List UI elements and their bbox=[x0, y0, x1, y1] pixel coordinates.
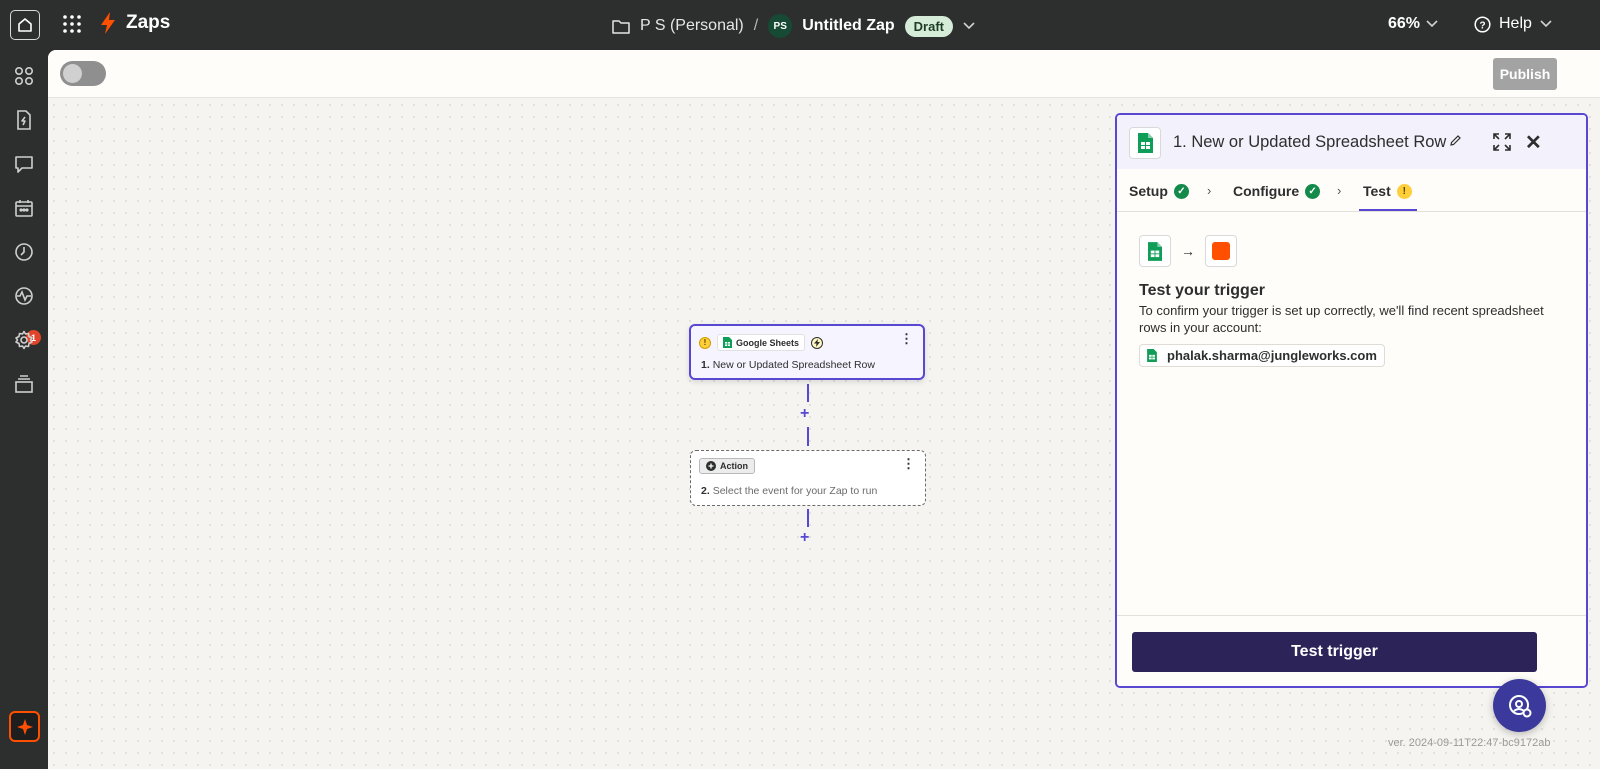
chevron-down-icon bbox=[1540, 20, 1552, 28]
action-label: Action bbox=[720, 461, 748, 471]
connector-line bbox=[807, 384, 809, 402]
google-sheets-icon bbox=[1137, 133, 1153, 153]
warning-icon: ! bbox=[1396, 183, 1412, 199]
grid-icon bbox=[63, 15, 81, 33]
zoom-control[interactable]: 66% bbox=[1388, 15, 1438, 33]
app-name: Zaps bbox=[126, 12, 171, 33]
tab-label: Test bbox=[1363, 183, 1391, 199]
step-number: 2. bbox=[701, 485, 710, 497]
app-tile bbox=[1129, 127, 1161, 159]
svg-text:?: ? bbox=[1479, 20, 1485, 31]
action-step-node[interactable]: Action ⋮ 2. Select the event for your Za… bbox=[690, 450, 926, 506]
sparkle-icon bbox=[16, 718, 33, 735]
zap-file-icon[interactable] bbox=[14, 110, 34, 130]
zapier-tile bbox=[1205, 235, 1237, 267]
trigger-step-node[interactable]: ! Google Sheets ⋮ 1. New or Updated Spre… bbox=[689, 324, 925, 380]
settings-icon[interactable] bbox=[14, 330, 34, 350]
sidebar: 1 bbox=[0, 50, 48, 769]
app-chip: Google Sheets bbox=[717, 334, 806, 351]
close-icon[interactable]: ✕ bbox=[1525, 130, 1542, 155]
section-heading: Test your trigger bbox=[1139, 282, 1265, 299]
editor-toolbar: Publish bbox=[48, 50, 1600, 98]
help-label: Help bbox=[1499, 15, 1532, 32]
home-button[interactable] bbox=[10, 10, 40, 40]
app-tile bbox=[1139, 235, 1171, 267]
arrow-right-icon: → bbox=[1181, 243, 1195, 259]
test-trigger-button[interactable]: Test trigger bbox=[1132, 632, 1537, 672]
support-chat-button[interactable] bbox=[1493, 679, 1546, 732]
chevron-down-icon[interactable] bbox=[963, 22, 975, 30]
home-icon bbox=[18, 18, 32, 32]
top-bar: Zaps P S (Personal) / PS Untitled Zap Dr… bbox=[0, 0, 1600, 50]
connected-account[interactable]: phalak.sharma@jungleworks.com bbox=[1139, 344, 1385, 367]
app-name: Google Sheets bbox=[736, 337, 800, 348]
step-event: Select the event for your Zap to run bbox=[712, 485, 878, 497]
account-email: phalak.sharma@jungleworks.com bbox=[1167, 348, 1377, 363]
check-icon: ✓ bbox=[1173, 183, 1189, 199]
app-switcher-button[interactable] bbox=[62, 14, 82, 34]
warning-icon: ! bbox=[699, 336, 711, 349]
connector-line bbox=[807, 427, 809, 446]
tab-label: Setup bbox=[1129, 183, 1168, 199]
publish-button[interactable]: Publish bbox=[1493, 58, 1557, 90]
zapier-icon bbox=[1212, 242, 1230, 260]
panel-tabs: Setup ✓ › Configure ✓ › Test ! bbox=[1117, 169, 1586, 212]
activity-icon[interactable] bbox=[14, 286, 34, 306]
google-sheets-icon bbox=[1147, 349, 1157, 362]
google-sheets-icon bbox=[723, 337, 732, 348]
chevron-down-icon bbox=[1426, 20, 1438, 28]
folder-icon bbox=[612, 19, 630, 34]
panel-title[interactable]: 1. New or Updated Spreadsheet Row bbox=[1173, 133, 1446, 152]
add-step-button[interactable]: + bbox=[800, 529, 809, 547]
tab-setup[interactable]: Setup ✓ bbox=[1129, 183, 1189, 199]
zap-on-off-toggle[interactable] bbox=[60, 61, 106, 86]
more-options-icon[interactable]: ⋮ bbox=[902, 457, 915, 470]
instant-trigger-icon bbox=[811, 336, 824, 349]
chevron-right-icon: › bbox=[1207, 183, 1212, 198]
chat-icon[interactable] bbox=[14, 154, 34, 174]
support-icon bbox=[1508, 694, 1531, 717]
tab-test[interactable]: Test ! bbox=[1363, 183, 1412, 199]
chevron-right-icon: › bbox=[1337, 183, 1342, 198]
step-event: New or Updated Spreadsheet Row bbox=[712, 359, 875, 371]
stack-icon[interactable] bbox=[14, 374, 34, 394]
history-icon[interactable] bbox=[14, 242, 34, 262]
more-options-icon[interactable]: ⋮ bbox=[900, 332, 913, 345]
folder-name[interactable]: P S (Personal) bbox=[640, 17, 744, 35]
trigger-flow: → bbox=[1139, 235, 1237, 267]
status-badge: Draft bbox=[904, 15, 953, 37]
active-tab-indicator bbox=[1359, 209, 1417, 211]
owner-avatar: PS bbox=[768, 14, 793, 38]
zap-bolt-icon bbox=[101, 12, 115, 34]
panel-footer: Test trigger bbox=[1117, 615, 1586, 686]
step-number: 1. bbox=[701, 359, 710, 371]
tab-label: Configure bbox=[1233, 183, 1300, 199]
step-title: 2. Select the event for your Zap to run bbox=[701, 485, 877, 497]
calendar-icon[interactable] bbox=[14, 198, 34, 218]
tab-configure[interactable]: Configure ✓ bbox=[1233, 183, 1321, 199]
section-description: To confirm your trigger is set up correc… bbox=[1139, 303, 1544, 335]
expand-icon[interactable] bbox=[1493, 133, 1511, 151]
help-menu[interactable]: ? Help bbox=[1474, 15, 1552, 33]
zoom-level: 66% bbox=[1388, 15, 1421, 32]
version-label: ver. 2024-09-11T22:47-bc9172ab bbox=[1388, 737, 1551, 749]
apps-icon[interactable] bbox=[14, 66, 34, 86]
panel-header: 1. New or Updated Spreadsheet Row ✕ bbox=[1117, 115, 1586, 169]
zap-title[interactable]: Untitled Zap bbox=[802, 17, 894, 35]
zap-editor: Publish ! Google Sheets ⋮ 1. New or Upda… bbox=[48, 50, 1600, 769]
step-details-panel: 1. New or Updated Spreadsheet Row ✕ Setu… bbox=[1115, 113, 1588, 688]
plus-circle-icon bbox=[706, 461, 716, 471]
check-icon: ✓ bbox=[1305, 183, 1321, 199]
action-chip: Action bbox=[699, 458, 755, 474]
add-step-button[interactable]: + bbox=[800, 405, 809, 423]
breadcrumb: P S (Personal) / PS Untitled Zap Draft bbox=[612, 14, 975, 38]
connector-line bbox=[807, 509, 809, 527]
google-sheets-icon bbox=[1148, 241, 1162, 261]
help-icon: ? bbox=[1474, 15, 1491, 33]
step-title: 1. New or Updated Spreadsheet Row bbox=[701, 359, 875, 371]
edit-pencil-icon[interactable] bbox=[1449, 134, 1462, 147]
copilot-button[interactable] bbox=[9, 711, 40, 742]
breadcrumb-separator: / bbox=[753, 17, 759, 34]
brand[interactable]: Zaps bbox=[100, 12, 170, 34]
